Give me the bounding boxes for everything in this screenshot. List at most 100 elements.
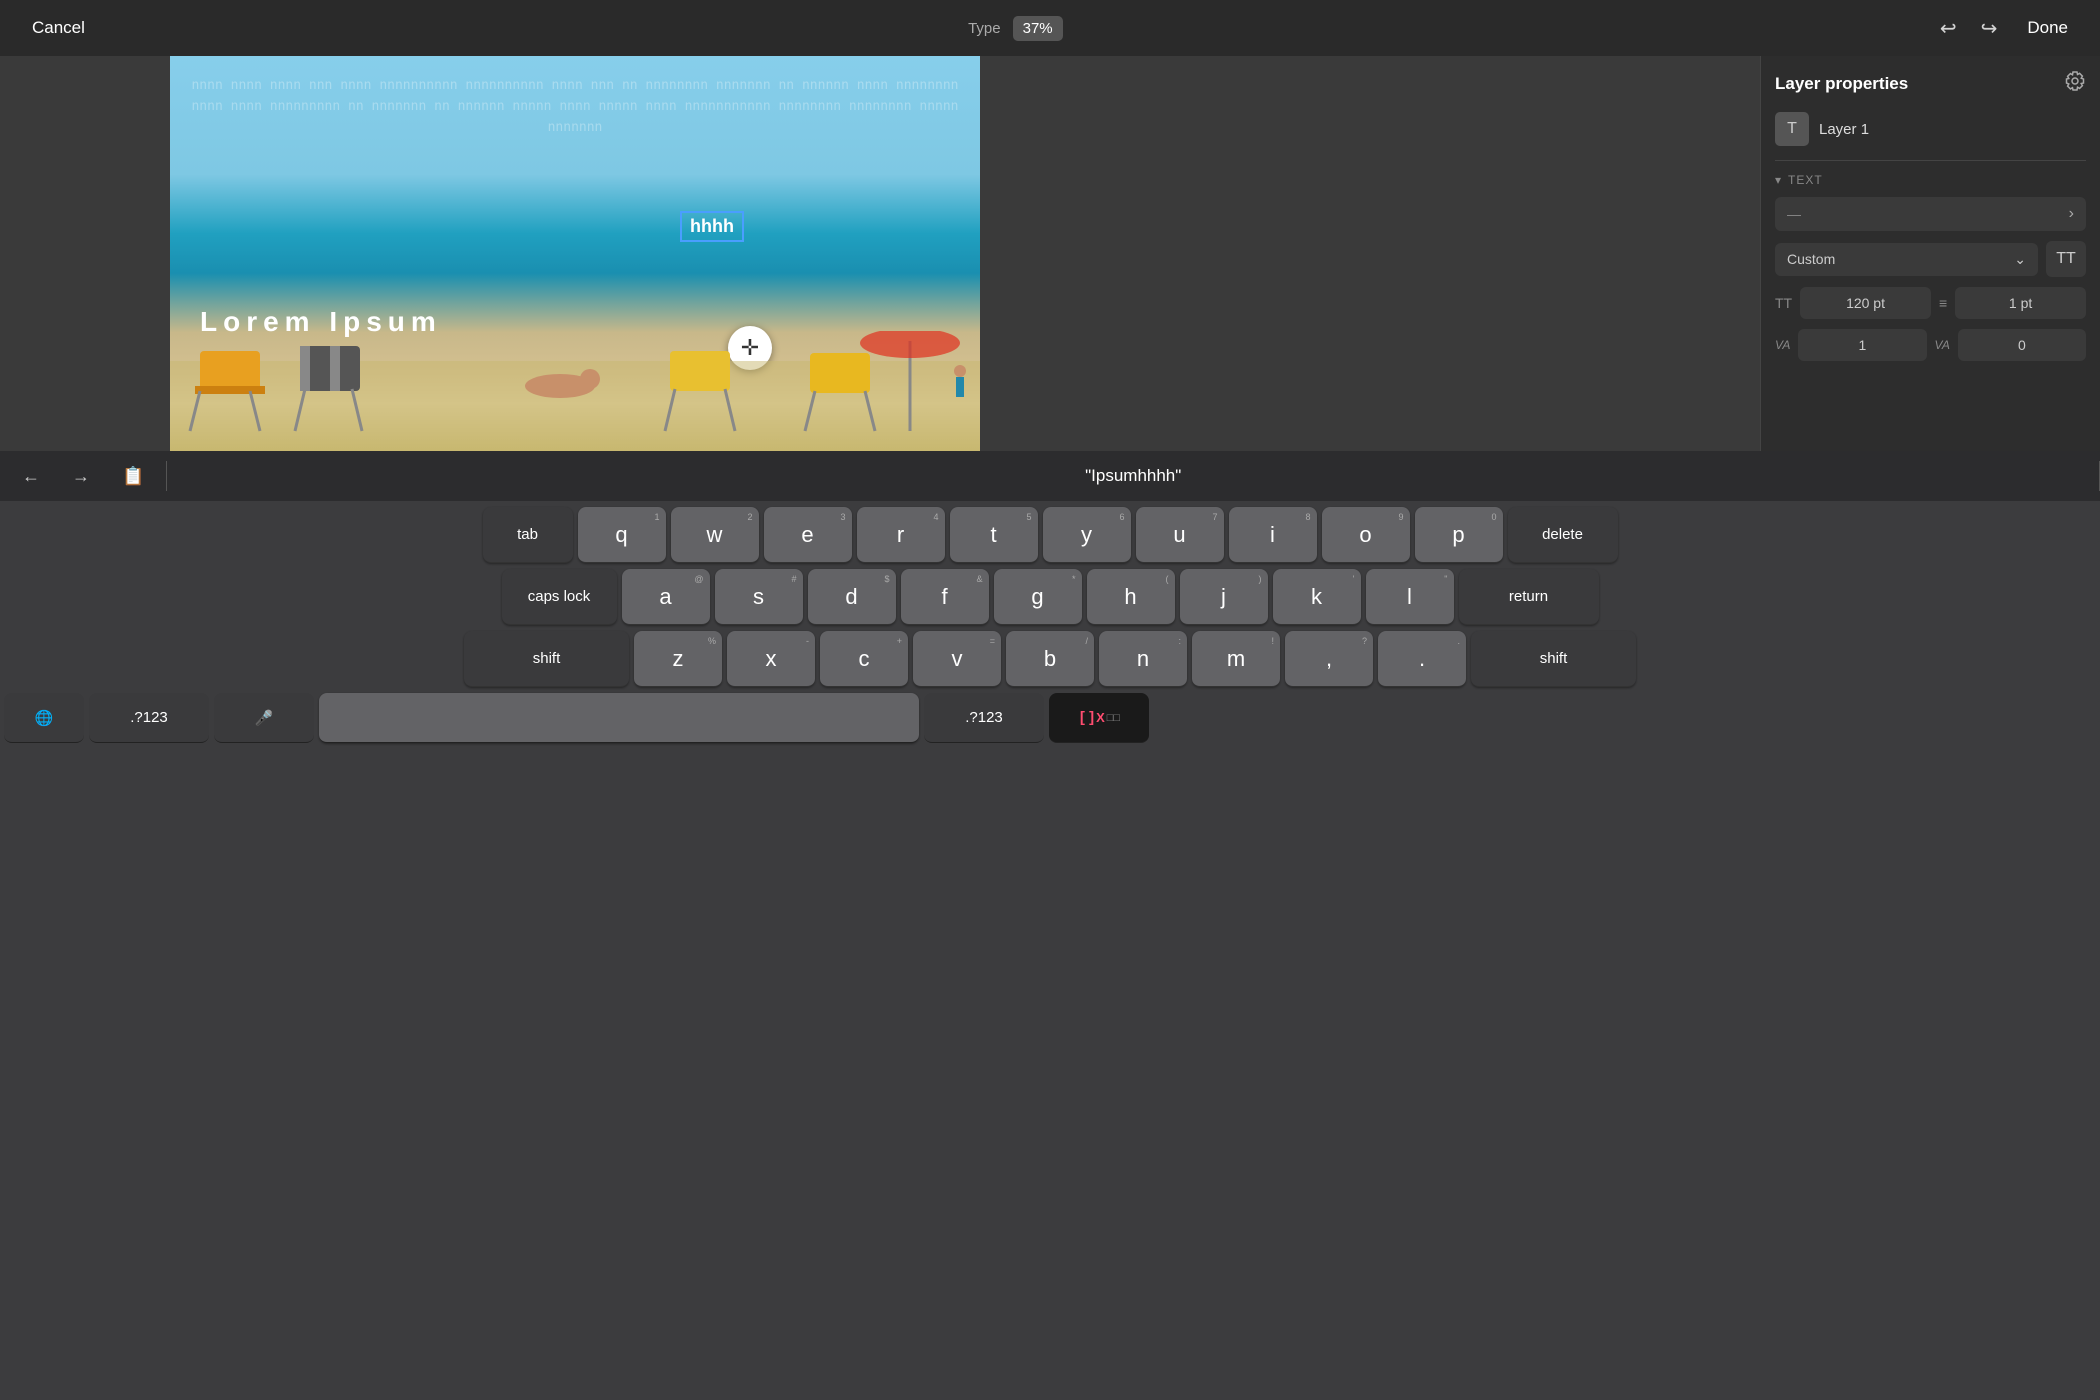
p-key[interactable]: 0 p (1415, 507, 1503, 563)
layer-row: T Layer 1 (1775, 112, 2086, 146)
keyboard-area: ← → 📋 "Ipsumhhhh" tab 1 q 2 w 3 e (0, 451, 2100, 1400)
dropdown-chevron-icon: ⌄ (2014, 251, 2026, 268)
shift-left-key[interactable]: shift (464, 631, 629, 687)
spacing-icon: ≡ (1939, 295, 1947, 311)
x-key[interactable]: - x (727, 631, 815, 687)
globe-key[interactable]: 🌐 (4, 693, 84, 743)
q-key[interactable]: 1 q (578, 507, 666, 563)
mic-key[interactable]: 🎤 (214, 693, 314, 743)
font-select-dropdown[interactable]: Custom ⌄ (1775, 243, 2038, 276)
va-icon: VA (1935, 338, 1950, 352)
w-key[interactable]: 2 w (671, 507, 759, 563)
autocomplete-bar: ← → 📋 "Ipsumhhhh" (0, 451, 2100, 501)
size-icon: TT (1775, 295, 1792, 311)
tab-key[interactable]: tab (483, 507, 573, 563)
top-bar-right: ↩ ↪ Done (1934, 10, 2080, 47)
t-key[interactable]: 5 t (950, 507, 1038, 563)
symbols-left-key[interactable]: .?123 (89, 693, 209, 743)
h-key[interactable]: ( h (1087, 569, 1175, 625)
size-row: TT 120 pt ≡ 1 pt (1775, 287, 2086, 319)
mic-icon: 🎤 (255, 709, 274, 727)
layer-panel: Layer properties T Layer 1 ▾ TEXT — › Cu… (1760, 56, 2100, 451)
beach-chairs-svg (170, 331, 980, 451)
space-key[interactable] (319, 693, 919, 743)
panel-divider-1 (1775, 160, 2086, 161)
return-key[interactable]: return (1459, 569, 1599, 625)
comma-key[interactable]: ? , (1285, 631, 1373, 687)
k-key[interactable]: ' k (1273, 569, 1361, 625)
i-key[interactable]: 8 i (1229, 507, 1317, 563)
line-spacing-field[interactable]: 1 pt (1955, 287, 2086, 319)
v-key[interactable]: = v (913, 631, 1001, 687)
symbols-right-label: .?123 (965, 709, 1003, 726)
u-key[interactable]: 7 u (1136, 507, 1224, 563)
xd-logo: [ ] X □□ (1078, 709, 1120, 726)
font-arrow-button[interactable]: › (2069, 205, 2074, 223)
va-row: VA 1 VA 0 (1775, 329, 2086, 361)
autocomplete-controls: ← → 📋 (0, 460, 166, 493)
va-label: VA (1775, 338, 1790, 352)
key-row-3: shift % z - x + c = v / b : (4, 631, 2096, 687)
panel-header: Layer properties (1775, 70, 2086, 98)
font-row[interactable]: — › (1775, 197, 2086, 231)
g-key[interactable]: * g (994, 569, 1082, 625)
l-key[interactable]: " l (1366, 569, 1454, 625)
m-key[interactable]: ! m (1192, 631, 1280, 687)
sky-text-overlay: nnnn nnnn nnnn nnn nnnn nnnnnnnnnn nnnnn… (170, 66, 980, 186)
panel-title: Layer properties (1775, 74, 1908, 94)
canvas-area: nnnn nnnn nnnn nnn nnnn nnnnnnnnnn nnnnn… (0, 56, 1760, 451)
layer-name-label: Layer 1 (1819, 121, 1869, 138)
layer-type-icon: T (1775, 112, 1809, 146)
keyboard-redo-button[interactable]: → (66, 460, 96, 493)
a-key[interactable]: @ a (622, 569, 710, 625)
text-hhhh-box[interactable]: hhhh (680, 211, 744, 242)
symbols-right-key[interactable]: .?123 (924, 693, 1044, 743)
font-name-dash: — (1787, 206, 1801, 222)
key-row-2: caps lock @ a # s $ d & f * g (4, 569, 2096, 625)
top-bar: Cancel Type 37% ↩ ↪ Done (0, 0, 2100, 56)
autocomplete-suggestion[interactable]: "Ipsumhhhh" (167, 466, 2099, 486)
caps-lock-key[interactable]: caps lock (502, 569, 617, 625)
va-field-1[interactable]: 1 (1798, 329, 1926, 361)
beach-scene (170, 331, 980, 451)
tt-button[interactable]: TT (2046, 241, 2086, 277)
cancel-button[interactable]: Cancel (20, 12, 97, 44)
panel-settings-button[interactable] (2064, 70, 2086, 98)
font-style-row: Custom ⌄ TT (1775, 241, 2086, 277)
clipboard-button[interactable]: 📋 (116, 460, 150, 493)
zoom-percent-badge: 37% (1013, 16, 1063, 41)
j-key[interactable]: ) j (1180, 569, 1268, 625)
shift-right-key[interactable]: shift (1471, 631, 1636, 687)
top-bar-left: Cancel (20, 12, 97, 44)
s-key[interactable]: # s (715, 569, 803, 625)
done-button[interactable]: Done (2015, 12, 2080, 44)
font-size-field[interactable]: 120 pt (1800, 287, 1931, 319)
top-bar-center: Type 37% (968, 16, 1063, 41)
d-key[interactable]: $ d (808, 569, 896, 625)
va-field-2[interactable]: 0 (1958, 329, 2086, 361)
symbols-left-label: .?123 (130, 709, 168, 726)
key-row-1: tab 1 q 2 w 3 e 4 r 5 t 6 (4, 507, 2096, 563)
b-key[interactable]: / b (1006, 631, 1094, 687)
f-key[interactable]: & f (901, 569, 989, 625)
z-key[interactable]: % z (634, 631, 722, 687)
beach-image: nnnn nnnn nnnn nnn nnnn nnnnnnnnnn nnnnn… (170, 56, 980, 451)
y-key[interactable]: 6 y (1043, 507, 1131, 563)
keyboard-bottom-bar: 🌐 .?123 🎤 .?123 [ ] X □□ (0, 687, 2100, 749)
settings-icon (2064, 70, 2086, 92)
n-key[interactable]: : n (1099, 631, 1187, 687)
type-label: Type (968, 20, 1001, 37)
xd-logo-key: [ ] X □□ (1049, 693, 1149, 743)
o-key[interactable]: 9 o (1322, 507, 1410, 563)
r-key[interactable]: 4 r (857, 507, 945, 563)
redo-button[interactable]: ↪ (1975, 10, 2004, 47)
e-key[interactable]: 3 e (764, 507, 852, 563)
delete-key[interactable]: delete (1508, 507, 1618, 563)
keyboard-undo-button[interactable]: ← (16, 460, 46, 493)
globe-icon: 🌐 (35, 709, 54, 727)
period-key[interactable]: . . (1378, 631, 1466, 687)
c-key[interactable]: + c (820, 631, 908, 687)
undo-button[interactable]: ↩ (1934, 10, 1963, 47)
font-select-value: Custom (1787, 251, 1835, 267)
text-section-label: ▾ TEXT (1775, 173, 2086, 187)
